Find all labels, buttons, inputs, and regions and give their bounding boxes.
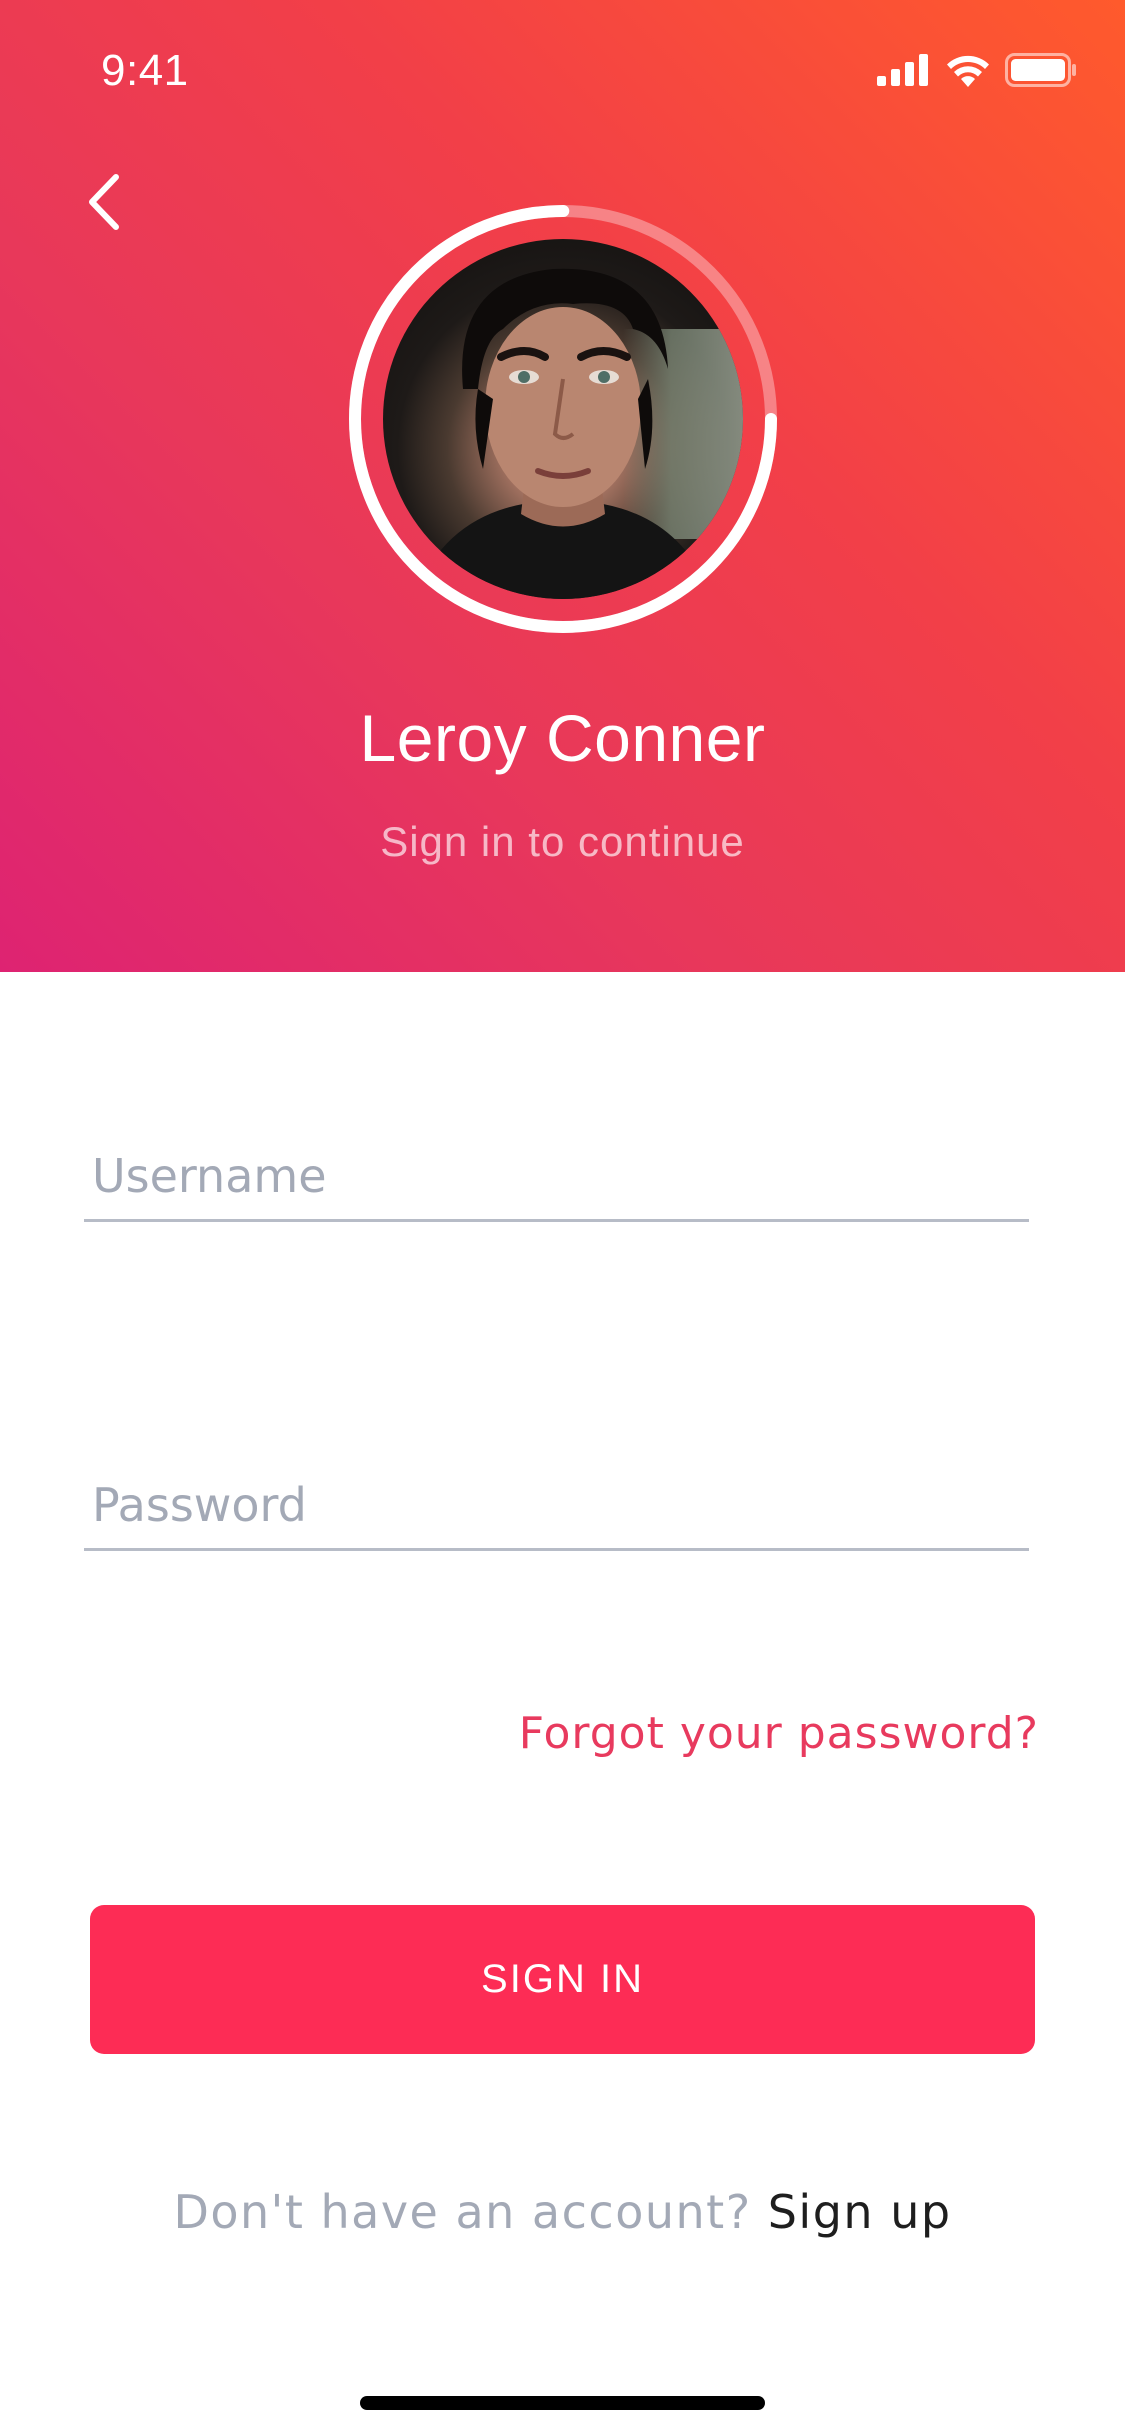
status-bar: 9:41 (0, 0, 1125, 140)
wifi-icon (947, 55, 989, 87)
chevron-left-icon (89, 174, 119, 230)
signup-link[interactable]: Sign up (768, 2185, 952, 2239)
home-indicator (360, 2396, 765, 2410)
sign-in-button[interactable]: SIGN IN (90, 1905, 1035, 2054)
signup-prompt-text: Don't have an account? (173, 2185, 768, 2239)
username-field[interactable] (84, 1132, 1029, 1222)
avatar-with-progress-ring (345, 201, 781, 637)
sign-in-subtitle: Sign in to continue (380, 818, 745, 865)
signup-prompt-row: Don't have an account? Sign up (0, 2185, 1125, 2239)
battery-icon (1005, 53, 1076, 87)
profile-name: Leroy Conner (359, 701, 766, 775)
forgot-password-link[interactable]: Forgot your password? (519, 1708, 1039, 1759)
back-button[interactable] (74, 166, 134, 238)
profile-header: 9:41 Leroy Conner Sign in to continue (0, 0, 1125, 972)
signal-icon (877, 54, 928, 86)
status-time: 9:41 (101, 46, 189, 95)
password-field[interactable] (84, 1461, 1029, 1551)
username-input[interactable] (84, 1132, 1029, 1219)
status-icons (877, 52, 1077, 88)
avatar (383, 239, 743, 599)
sign-in-screen: 9:41 Leroy Conner Sign in to continue Us… (0, 0, 1125, 2436)
password-input[interactable] (84, 1461, 1029, 1548)
